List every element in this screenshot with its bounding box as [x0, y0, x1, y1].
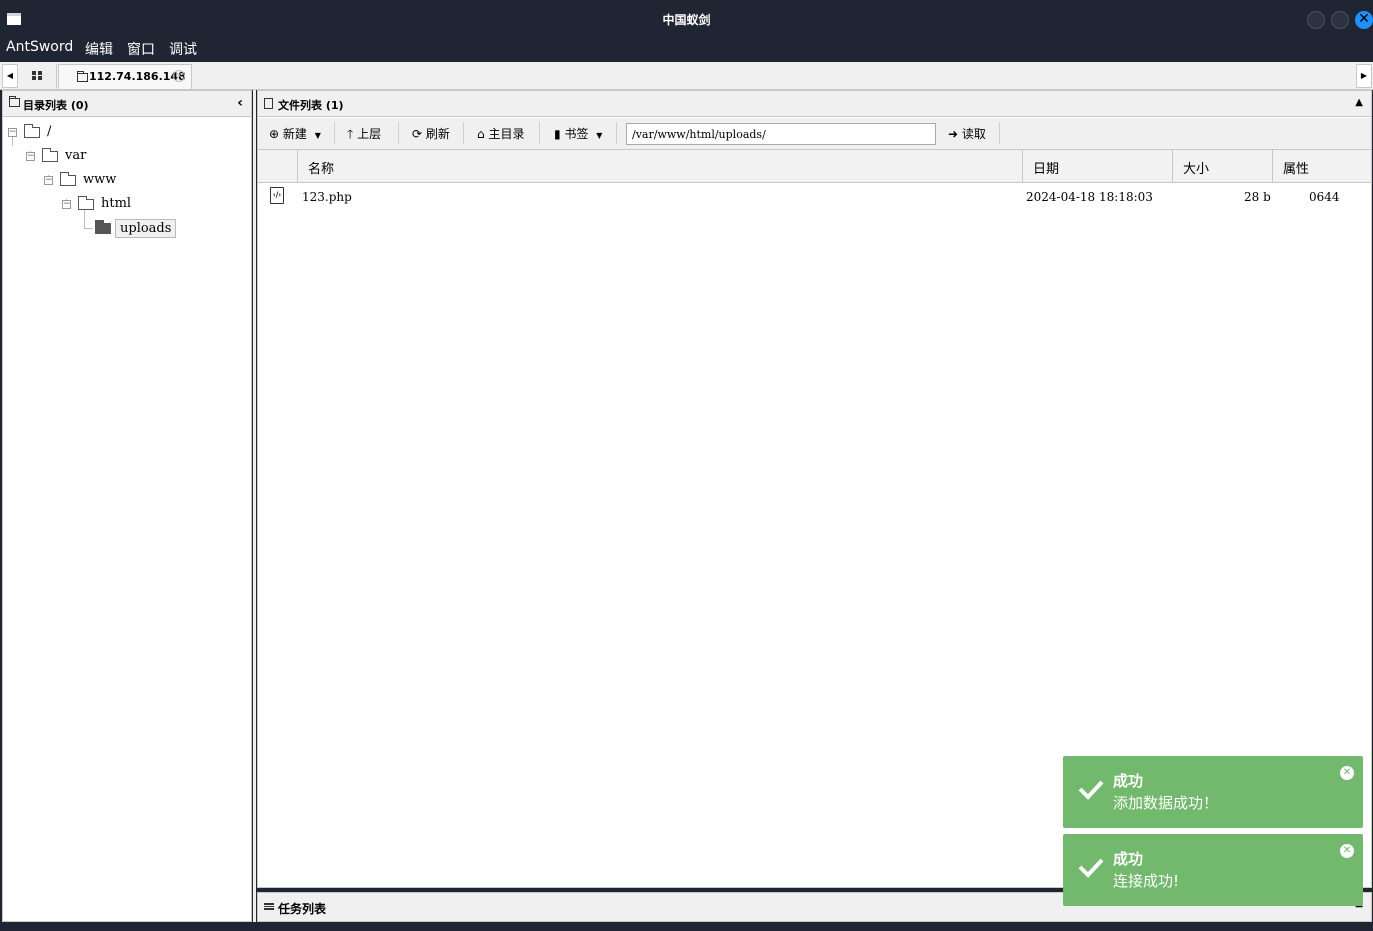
up-level-label: 上层 [357, 127, 382, 141]
tree-collapse-toggle[interactable]: − [44, 176, 53, 185]
tab-bar: ◀ 112.74.186.148 × ▶ [0, 60, 1373, 90]
tree-collapse-toggle[interactable]: − [8, 128, 17, 137]
folder-icon [42, 148, 58, 162]
column-header-size[interactable]: 大小 [1172, 150, 1272, 183]
menu-debug[interactable]: 调试 [169, 39, 197, 59]
tree-item-html[interactable]: html [101, 196, 131, 211]
folder-icon [78, 196, 94, 210]
arrow-right-icon: ➜ [948, 127, 959, 141]
arrow-up-icon: 🡑 [347, 127, 354, 141]
toast-title: 成功 [1113, 850, 1144, 868]
tab-scroll-left-button[interactable]: ◀ [2, 64, 18, 88]
maximize-button[interactable] [1331, 11, 1349, 29]
file-name: 123.php [302, 190, 352, 204]
tree-line [12, 136, 13, 146]
folder-icon [77, 71, 88, 82]
php-file-icon: ‹/› [270, 187, 284, 204]
column-header-name[interactable]: 名称 [297, 150, 1022, 183]
caret-down-icon: ▼ [596, 131, 603, 140]
title-bar: 中国蚁剑 ✕ [0, 0, 1373, 38]
home-dir-label: 主目录 [488, 127, 525, 141]
bookmark-button[interactable]: ▮ 书签 ▼ [554, 125, 602, 142]
directory-panel-header: 目录列表 (0) ‹ [3, 91, 251, 117]
tree-line [84, 209, 85, 228]
panel-splitter[interactable] [253, 90, 256, 922]
toast-close-icon[interactable]: ✕ [1340, 844, 1354, 858]
refresh-button[interactable]: ⟳ 刷新 [412, 125, 450, 142]
folder-icon [9, 96, 20, 107]
bookmark-label: 书签 [564, 127, 589, 141]
new-button-label: 新建 [282, 127, 307, 141]
menu-edit[interactable]: 编辑 [85, 39, 113, 59]
file-panel-title: 文件列表 (1) [278, 99, 344, 112]
tree-item-uploads-selected[interactable]: uploads [115, 219, 177, 238]
path-input[interactable] [626, 123, 936, 145]
directory-panel-title: 目录列表 (0) [23, 99, 89, 112]
home-icon: ⌂ [477, 127, 485, 141]
toolbar-separator [398, 122, 399, 144]
file-size: 28 b [1244, 190, 1271, 204]
success-toast: 成功 连接成功! ✕ [1063, 834, 1363, 906]
success-toast: 成功 添加数据成功！ ✕ [1063, 756, 1363, 828]
toast-message: 添加数据成功！ [1113, 794, 1219, 812]
toast-title: 成功 [1113, 772, 1144, 790]
toast-close-icon[interactable]: ✕ [1340, 766, 1354, 780]
toolbar-separator [334, 122, 335, 144]
directory-panel: 目录列表 (0) ‹ − / − var − www − html upload… [2, 90, 252, 922]
tab-close-icon[interactable]: × [173, 70, 185, 82]
refresh-label: 刷新 [425, 127, 450, 141]
tab-label: 112.74.186.148 [89, 70, 186, 83]
folder-icon [60, 172, 76, 186]
column-header-attr[interactable]: 属性 [1272, 150, 1371, 183]
toolbar-separator [539, 122, 540, 144]
new-button[interactable]: ⊕ 新建 ▼ [269, 125, 321, 142]
menu-bar: AntSword 编辑 窗口 调试 [0, 38, 1373, 60]
toolbar-separator [616, 122, 617, 144]
collapse-up-icon[interactable]: ▲ [1355, 97, 1363, 108]
toolbar-separator [463, 122, 464, 144]
file-grid-header: 名称 日期 大小 属性 [258, 150, 1371, 183]
menu-antsword[interactable]: AntSword [6, 39, 73, 55]
close-window-button[interactable]: ✕ [1355, 11, 1373, 29]
refresh-icon: ⟳ [412, 127, 423, 141]
tree-item-root[interactable]: / [47, 124, 51, 139]
window-title: 中国蚁剑 [662, 13, 711, 27]
tab-scroll-right-button[interactable]: ▶ [1356, 64, 1372, 88]
bookmark-icon: ▮ [554, 127, 561, 141]
folder-open-icon [95, 220, 111, 234]
tree-collapse-toggle[interactable]: − [26, 152, 35, 161]
caret-down-icon: ▼ [314, 131, 321, 140]
folder-icon [24, 124, 40, 138]
menu-window[interactable]: 窗口 [127, 39, 155, 59]
file-date: 2024-04-18 18:18:03 [1026, 190, 1153, 204]
task-list-title: 任务列表 [278, 902, 327, 916]
file-panel-header: 文件列表 (1) ▲ [258, 91, 1371, 117]
file-row[interactable]: ‹/› 123.php 2024-04-18 18:18:03 28 b 064… [258, 184, 1371, 210]
file-icon [264, 98, 273, 109]
read-path-button[interactable]: ➜ 读取 [948, 125, 986, 142]
tab-home-grid[interactable] [19, 64, 57, 88]
read-path-label: 读取 [961, 127, 986, 141]
check-icon [1078, 780, 1104, 800]
file-attr: 0644 [1309, 190, 1340, 204]
minimize-button[interactable] [1307, 11, 1325, 29]
file-toolbar: ⊕ 新建 ▼ 🡑 上层 ⟳ 刷新 ⌂ 主目录 ▮ 书签 ▼ ➜ 读取 [258, 118, 1371, 150]
tree-line [84, 228, 93, 229]
list-icon [264, 903, 274, 910]
tree-item-www[interactable]: www [83, 172, 116, 187]
tab-shell-session[interactable]: 112.74.186.148 × [58, 64, 192, 89]
bottom-strip [0, 924, 1373, 931]
toast-message: 连接成功! [1113, 872, 1180, 890]
tree-collapse-toggle[interactable]: − [62, 200, 71, 209]
column-header-date[interactable]: 日期 [1022, 150, 1172, 183]
check-icon [1078, 858, 1104, 878]
up-level-button[interactable]: 🡑 上层 [347, 125, 381, 146]
home-dir-button[interactable]: ⌂ 主目录 [477, 125, 524, 142]
tree-item-var[interactable]: var [65, 148, 86, 163]
collapse-left-icon[interactable]: ‹ [237, 95, 243, 111]
plus-circle-icon: ⊕ [269, 127, 280, 141]
toolbar-separator [999, 122, 1000, 144]
